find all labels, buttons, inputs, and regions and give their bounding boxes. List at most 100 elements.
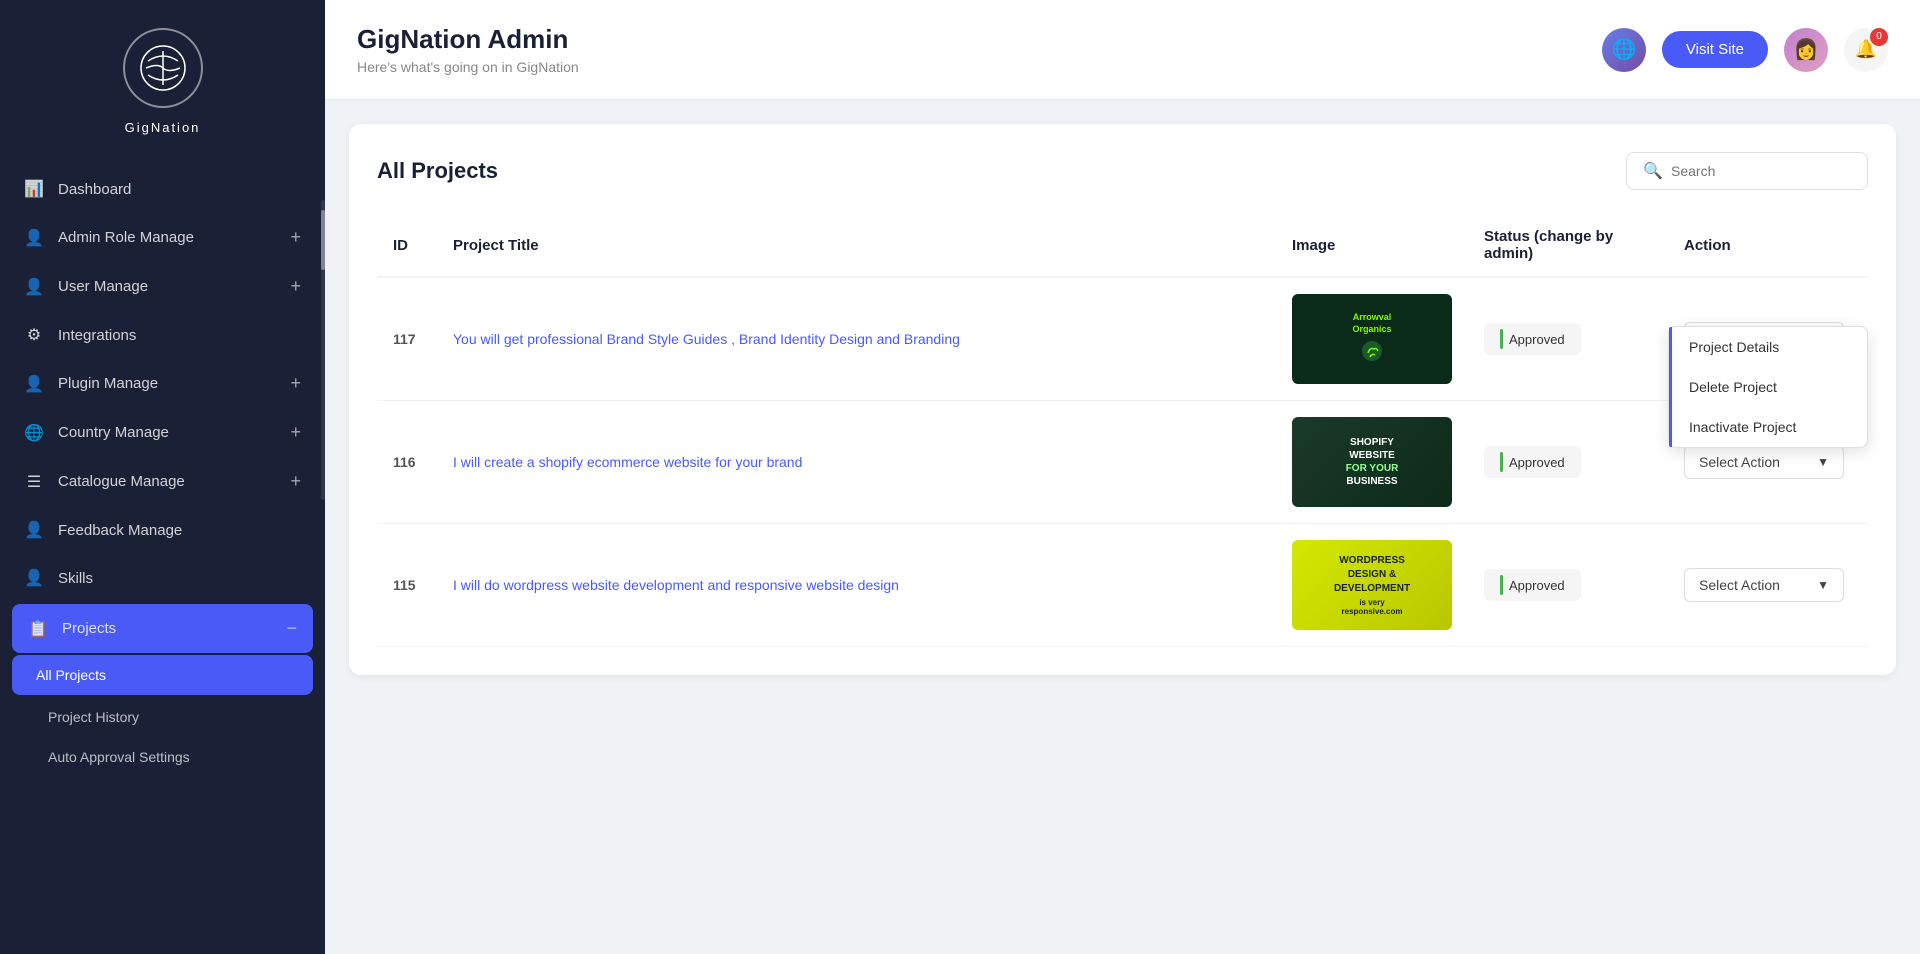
row-status: Approved xyxy=(1468,277,1668,401)
select-action-button-115[interactable]: Select Action ▼ xyxy=(1684,568,1844,602)
col-action: Action xyxy=(1668,214,1868,277)
catalogue-icon: ☰ xyxy=(24,472,44,492)
sidebar-item-label: Skills xyxy=(58,570,301,587)
notification-button[interactable]: 🔔 0 xyxy=(1844,28,1888,72)
row-title[interactable]: You will get professional Brand Style Gu… xyxy=(437,277,1276,401)
sidebar-item-project-history[interactable]: Project History xyxy=(0,697,325,737)
row-action: Select Action ▼ Project Details Delete P… xyxy=(1668,277,1868,401)
sidebar-item-auto-approval-settings[interactable]: Auto Approval Settings xyxy=(0,737,325,777)
brand-name: GigNation xyxy=(125,120,201,135)
avatar[interactable]: 👩 xyxy=(1784,28,1828,72)
card-header: All Projects 🔍 xyxy=(377,152,1868,190)
sidebar-item-user-manage[interactable]: 👤 User Manage + xyxy=(0,262,325,311)
plus-icon: + xyxy=(290,373,301,394)
sidebar-item-label: Catalogue Manage xyxy=(58,473,290,490)
table-row: 115 I will do wordpress website developm… xyxy=(377,524,1868,647)
page-subtitle: Here's what's going on in GigNation xyxy=(357,59,579,75)
row-id: 115 xyxy=(377,524,437,647)
row-image: ArrowvalOrganics xyxy=(1276,277,1468,401)
sidebar-item-skills[interactable]: 👤 Skills xyxy=(0,554,325,602)
plus-icon: + xyxy=(290,227,301,248)
chevron-down-icon: ▼ xyxy=(1817,578,1829,592)
col-image: Image xyxy=(1276,214,1468,277)
table-row: 117 You will get professional Brand Styl… xyxy=(377,277,1868,401)
card-title: All Projects xyxy=(377,158,498,184)
integrations-icon: ⚙ xyxy=(24,325,44,345)
topbar: GigNation Admin Here's what's going on i… xyxy=(325,0,1920,100)
project-image-117: ArrowvalOrganics xyxy=(1292,294,1452,384)
sidebar-nav: 📊 Dashboard 👤 Admin Role Manage + 👤 User… xyxy=(0,155,325,954)
row-status: Approved xyxy=(1468,524,1668,647)
sidebar-item-label: Projects xyxy=(62,620,286,637)
sidebar-item-integrations[interactable]: ⚙ Integrations xyxy=(0,311,325,359)
dropdown-item-project-details[interactable]: Project Details xyxy=(1669,327,1867,367)
feedback-icon: 👤 xyxy=(24,520,44,540)
chevron-down-icon: ▼ xyxy=(1817,455,1829,469)
avatar-image: 👩 xyxy=(1784,28,1828,72)
sidebar-item-label: Admin Role Manage xyxy=(58,229,290,246)
row-title[interactable]: I will create a shopify ecommerce websit… xyxy=(437,401,1276,524)
plugin-icon: 👤 xyxy=(24,374,44,394)
sidebar-item-feedback-manage[interactable]: 👤 Feedback Manage xyxy=(0,506,325,554)
sidebar: GigNation 📊 Dashboard 👤 Admin Role Manag… xyxy=(0,0,325,954)
status-badge: Approved xyxy=(1484,323,1581,355)
status-bar xyxy=(1500,575,1503,595)
plus-icon: + xyxy=(290,422,301,443)
project-image-116: SHOPIFYWEBSITEFOR YOURBUSINESS xyxy=(1292,417,1452,507)
notification-badge: 0 xyxy=(1870,28,1888,46)
globe-icon: 🌐 xyxy=(1602,28,1646,72)
visit-site-button[interactable]: Visit Site xyxy=(1662,31,1768,68)
action-dropdown-117: Project Details Delete Project Inactivat… xyxy=(1668,326,1868,448)
wordpress-image: WORDPRESSDESIGN &DEVELOPMENT is veryresp… xyxy=(1292,540,1452,630)
row-image: WORDPRESSDESIGN &DEVELOPMENT is veryresp… xyxy=(1276,524,1468,647)
sidebar-item-plugin-manage[interactable]: 👤 Plugin Manage + xyxy=(0,359,325,408)
status-bar xyxy=(1500,329,1503,349)
select-action-button-116[interactable]: Select Action ▼ xyxy=(1684,445,1844,479)
topbar-actions: 🌐 Visit Site 👩 🔔 0 xyxy=(1602,28,1888,72)
project-history-label: Project History xyxy=(48,709,139,725)
country-icon: 🌐 xyxy=(24,423,44,443)
all-projects-label: All Projects xyxy=(36,667,106,683)
project-image-115: WORDPRESSDESIGN &DEVELOPMENT is veryresp… xyxy=(1292,540,1452,630)
sidebar-item-label: Dashboard xyxy=(58,181,301,198)
dropdown-divider xyxy=(1669,327,1672,447)
sidebar-item-label: Plugin Manage xyxy=(58,375,290,392)
sidebar-item-label: Integrations xyxy=(58,327,301,344)
dropdown-item-inactivate-project[interactable]: Inactivate Project xyxy=(1669,407,1867,447)
projects-card: All Projects 🔍 ID Project Title Image St… xyxy=(349,124,1896,675)
dashboard-icon: 📊 xyxy=(24,179,44,199)
brand-image: ArrowvalOrganics xyxy=(1292,294,1452,384)
projects-icon: 📋 xyxy=(28,619,48,639)
search-wrap: 🔍 xyxy=(1626,152,1868,190)
search-input[interactable] xyxy=(1671,163,1851,179)
auto-approval-label: Auto Approval Settings xyxy=(48,749,190,765)
row-title[interactable]: I will do wordpress website development … xyxy=(437,524,1276,647)
shopify-image: SHOPIFYWEBSITEFOR YOURBUSINESS xyxy=(1292,417,1452,507)
logo-icon xyxy=(123,28,203,108)
table-row: 116 I will create a shopify ecommerce we… xyxy=(377,401,1868,524)
sidebar-item-dashboard[interactable]: 📊 Dashboard xyxy=(0,165,325,213)
sidebar-item-label: Country Manage xyxy=(58,424,290,441)
plus-icon: + xyxy=(290,276,301,297)
row-id: 117 xyxy=(377,277,437,401)
sidebar-logo: GigNation xyxy=(0,0,325,155)
row-action: Select Action ▼ xyxy=(1668,524,1868,647)
sidebar-item-label: Feedback Manage xyxy=(58,522,301,539)
status-badge: Approved xyxy=(1484,569,1581,601)
row-status: Approved xyxy=(1468,401,1668,524)
col-id: ID xyxy=(377,214,437,277)
user-icon: 👤 xyxy=(24,277,44,297)
status-badge: Approved xyxy=(1484,446,1581,478)
sidebar-item-label: User Manage xyxy=(58,278,290,295)
sidebar-item-admin-role-manage[interactable]: 👤 Admin Role Manage + xyxy=(0,213,325,262)
topbar-title-area: GigNation Admin Here's what's going on i… xyxy=(357,24,579,75)
sidebar-item-catalogue-manage[interactable]: ☰ Catalogue Manage + xyxy=(0,457,325,506)
sidebar-item-country-manage[interactable]: 🌐 Country Manage + xyxy=(0,408,325,457)
content-area: All Projects 🔍 ID Project Title Image St… xyxy=(325,100,1920,954)
search-icon: 🔍 xyxy=(1643,161,1663,181)
projects-table: ID Project Title Image Status (change by… xyxy=(377,214,1868,647)
sidebar-item-all-projects[interactable]: All Projects xyxy=(12,655,313,695)
sidebar-item-projects[interactable]: 📋 Projects − xyxy=(12,604,313,653)
status-bar xyxy=(1500,452,1503,472)
dropdown-item-delete-project[interactable]: Delete Project xyxy=(1669,367,1867,407)
